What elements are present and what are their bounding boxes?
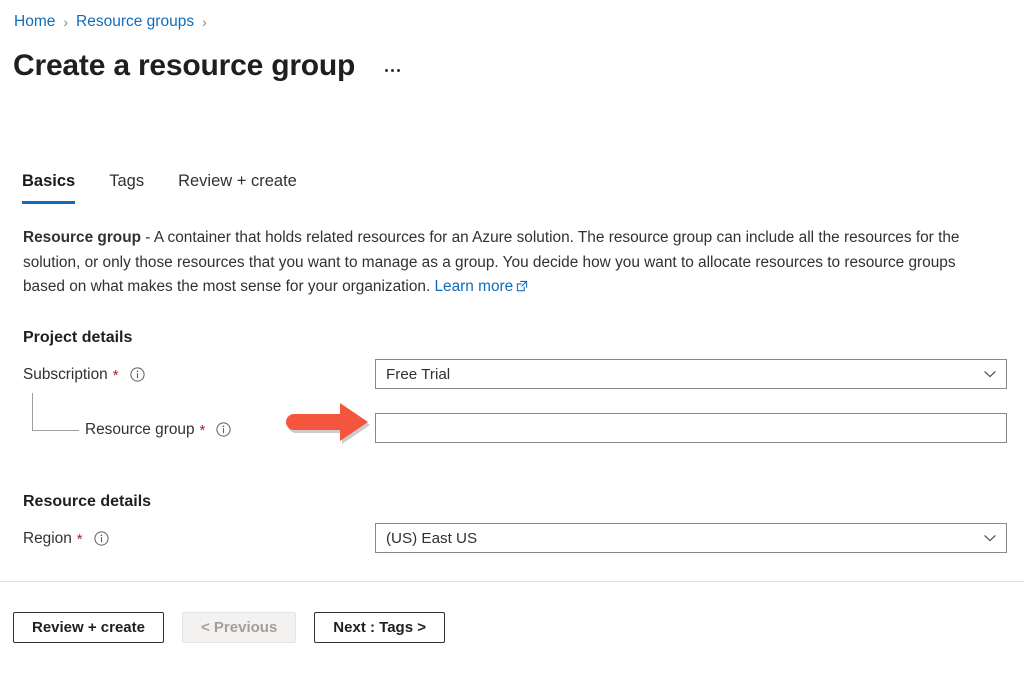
next-tags-button[interactable]: Next : Tags > xyxy=(314,612,445,643)
ellipsis-dot xyxy=(385,68,389,72)
label-subscription-text: Subscription xyxy=(23,366,108,383)
info-icon[interactable] xyxy=(94,531,109,546)
ellipsis-icon[interactable] xyxy=(381,63,404,78)
label-subscription: Subscription * xyxy=(23,364,145,385)
breadcrumb-item-home[interactable]: Home xyxy=(14,12,55,32)
region-value: (US) East US xyxy=(386,529,478,547)
chevron-down-icon xyxy=(982,366,998,382)
label-resource-group: Resource group * xyxy=(85,419,231,440)
learn-more-link[interactable]: Learn more xyxy=(435,278,514,295)
label-region-text: Region xyxy=(23,530,72,547)
subscription-value: Free Trial xyxy=(386,365,451,383)
field-tree-connector xyxy=(32,393,79,431)
breadcrumb: Home › Resource groups › xyxy=(14,12,215,32)
page-title: Create a resource group xyxy=(13,49,356,82)
label-region: Region * xyxy=(23,528,109,549)
resource-group-input[interactable] xyxy=(375,413,1007,443)
section-heading-resource-details: Resource details xyxy=(23,493,152,510)
required-marker: * xyxy=(112,367,119,384)
region-dropdown[interactable]: (US) East US xyxy=(375,523,1007,553)
info-icon[interactable] xyxy=(216,422,231,437)
tab-bar: Basics Tags Review + create xyxy=(22,168,331,204)
tab-review-create[interactable]: Review + create xyxy=(178,168,297,204)
footer-divider xyxy=(0,581,1024,582)
breadcrumb-separator-icon: › xyxy=(63,14,69,30)
previous-button[interactable]: < Previous xyxy=(182,612,297,643)
required-marker: * xyxy=(199,422,206,439)
info-icon[interactable] xyxy=(129,367,145,382)
breadcrumb-item-resource-groups[interactable]: Resource groups xyxy=(76,12,194,32)
review-create-button[interactable]: Review + create xyxy=(13,612,164,643)
right-arrow-annotation xyxy=(286,398,386,448)
footer-actions: Review + create < Previous Next : Tags > xyxy=(13,612,463,643)
description-lead: Resource group xyxy=(23,229,142,246)
ellipsis-dot xyxy=(397,68,401,72)
tab-basics[interactable]: Basics xyxy=(22,168,76,204)
required-marker: * xyxy=(76,531,83,548)
section-heading-project-details: Project details xyxy=(23,329,133,346)
page-header: Create a resource group xyxy=(13,47,404,85)
chevron-down-icon xyxy=(982,530,998,546)
label-resource-group-text: Resource group xyxy=(85,421,195,438)
external-link-icon xyxy=(516,276,528,301)
ellipsis-dot xyxy=(391,68,395,72)
subscription-dropdown[interactable]: Free Trial xyxy=(375,359,1007,389)
breadcrumb-separator-icon: › xyxy=(202,14,207,30)
resource-group-description: Resource group - A container that holds … xyxy=(23,226,991,301)
tab-tags[interactable]: Tags xyxy=(109,168,144,204)
